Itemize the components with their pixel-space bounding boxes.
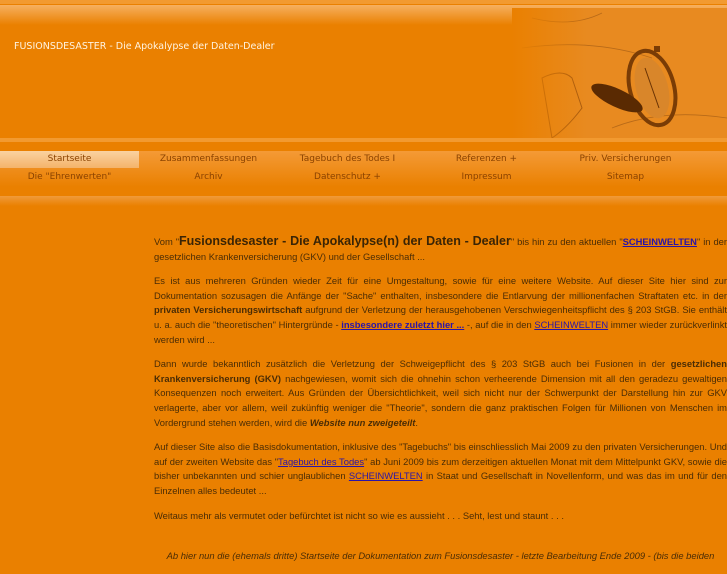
paragraph-3: Dann wurde bekanntlich zusätzlich die Ve… (154, 357, 727, 430)
text: Vom " (154, 236, 180, 247)
scheinwelten-link[interactable]: SCHEINWELTEN (623, 236, 697, 247)
scheinwelten-link-2[interactable]: SCHEINWELTEN (534, 319, 608, 330)
nav-archiv[interactable]: Archiv (139, 169, 278, 186)
nav-zusammenfassungen[interactable]: Zusammenfassungen (139, 151, 278, 168)
nav-priv-versicherungen[interactable]: Priv. Versicherungen (556, 151, 695, 168)
bold-italic-text: Website nun zweigeteilt (309, 416, 416, 428)
italic-note: Ab hier nun die (ehemals dritte) Startse… (166, 550, 715, 562)
text: Dann wurde bekanntlich zusätzlich die Ve… (154, 358, 671, 370)
nav-bottom-band (0, 196, 727, 206)
tagebuch-des-todes-link[interactable]: Tagebuch des Todes (278, 456, 364, 467)
zuletzt-hier-link[interactable]: insbesondere zuletzt hier ... (341, 319, 464, 330)
main-content: Vom "Fusionsdesaster - Die Apokalypse(n)… (154, 234, 727, 574)
header-banner: FUSIONSDESASTER - Die Apokalypse der Dat… (0, 0, 727, 142)
nav-datenschutz[interactable]: Datenschutz + (278, 169, 417, 186)
nav-startseite[interactable]: Startseite (0, 151, 139, 168)
compass-map-image (512, 8, 727, 142)
intro-paragraph: Vom "Fusionsdesaster - Die Apokalypse(n)… (154, 234, 727, 264)
text: " bis hin zu den aktuellen " (510, 236, 623, 247)
paragraph-4: Auf dieser Site also die Basisdokumentat… (154, 440, 727, 498)
nav-tagebuch-des-todes[interactable]: Tagebuch des Todes I (278, 151, 417, 168)
text: Es ist aus mehreren Gründen wieder Zeit … (154, 275, 727, 301)
headline: Fusionsdesaster - Die Apokalypse(n) der … (179, 234, 511, 248)
nav-row-1: Startseite Zusammenfassungen Tagebuch de… (0, 151, 727, 168)
text: . (415, 416, 419, 428)
paragraph-5: Weitaus mehr als vermutet oder befürchte… (154, 509, 564, 521)
nav-sitemap[interactable]: Sitemap (556, 169, 695, 186)
nav-referenzen[interactable]: Referenzen + (417, 151, 556, 168)
text: -, auf die in den (464, 318, 535, 330)
nav-ehrenwerten[interactable]: Die "Ehrenwerten" (0, 169, 139, 186)
nav-impressum[interactable]: Impressum (417, 169, 556, 186)
main-navigation: Startseite Zusammenfassungen Tagebuch de… (0, 151, 727, 187)
nav-row-2: Die "Ehrenwerten" Archiv Datenschutz + I… (0, 169, 727, 186)
header-divider (0, 138, 727, 142)
site-title: FUSIONSDESASTER - Die Apokalypse der Dat… (14, 41, 275, 52)
paragraph-2: Es ist aus mehreren Gründen wieder Zeit … (154, 274, 727, 347)
scheinwelten-link-3[interactable]: SCHEINWELTEN (349, 470, 423, 481)
bold-text: privaten Versicherungswirtschaft (154, 304, 303, 316)
